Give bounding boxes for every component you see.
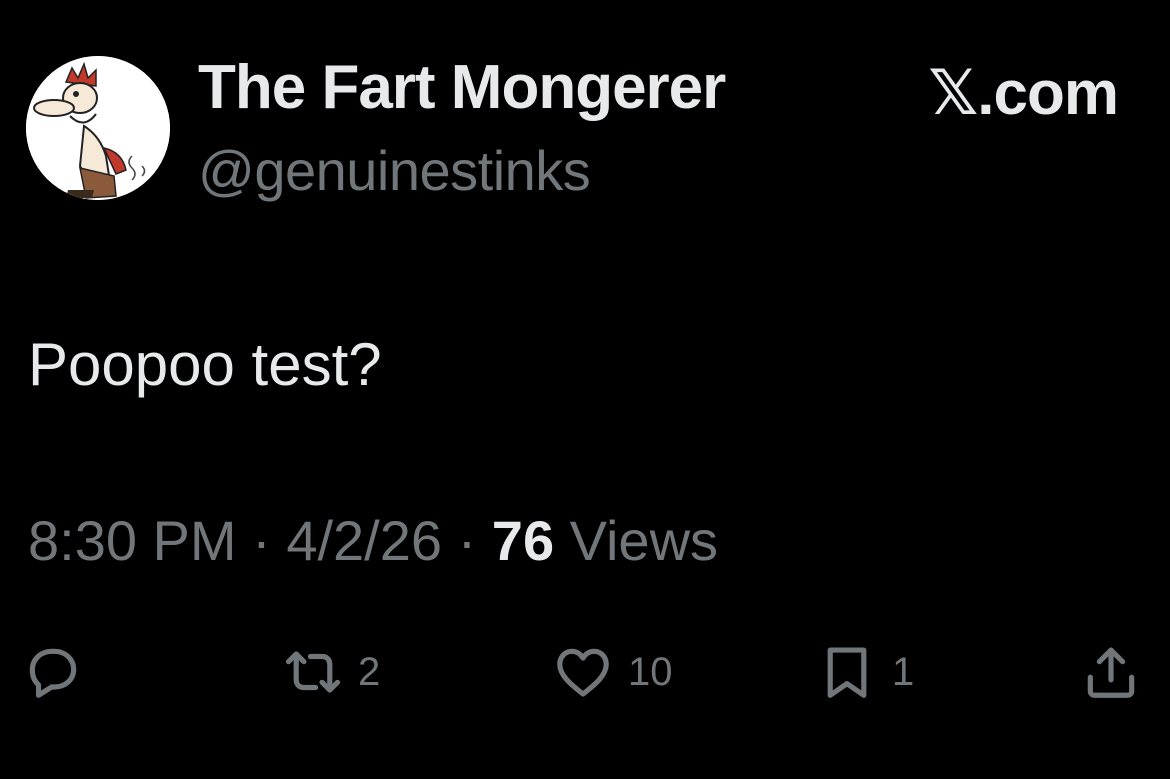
tweet-meta: 8:30 PM · 4/2/26 · 76 Views [28, 508, 718, 573]
display-name[interactable]: The Fart Mongerer [198, 52, 726, 123]
action-bar: 2 10 1 [0, 640, 1170, 704]
tweet-card: The Fart Mongerer @genuinestinks 𝕏.com P… [0, 0, 1170, 779]
reply-button[interactable] [22, 640, 84, 704]
heart-icon [557, 648, 609, 697]
share-icon [1087, 647, 1135, 698]
bookmark-icon [827, 647, 867, 698]
site-label: 𝕏.com [928, 59, 1119, 128]
meta-separator: · [236, 509, 287, 572]
bookmark-count: 1 [892, 649, 915, 694]
retweet-button[interactable]: 2 [282, 640, 380, 704]
like-count: 10 [628, 649, 673, 694]
tweet-date[interactable]: 4/2/26 [286, 509, 442, 572]
tweet-text: Poopoo test? [28, 331, 382, 398]
bookmark-button[interactable]: 1 [816, 640, 914, 704]
cartoon-man-avatar-icon [26, 56, 170, 200]
share-button[interactable] [1080, 640, 1142, 704]
avatar[interactable] [26, 56, 170, 200]
views-count: 76 [491, 509, 555, 572]
like-button[interactable]: 10 [552, 640, 673, 704]
views-label: Views [554, 509, 719, 572]
retweet-icon [285, 651, 341, 693]
tweet-time[interactable]: 8:30 PM [28, 509, 237, 572]
user-handle[interactable]: @genuinestinks [198, 138, 591, 203]
reply-icon [29, 648, 77, 698]
retweet-count: 2 [358, 649, 381, 694]
meta-separator: · [442, 509, 492, 572]
